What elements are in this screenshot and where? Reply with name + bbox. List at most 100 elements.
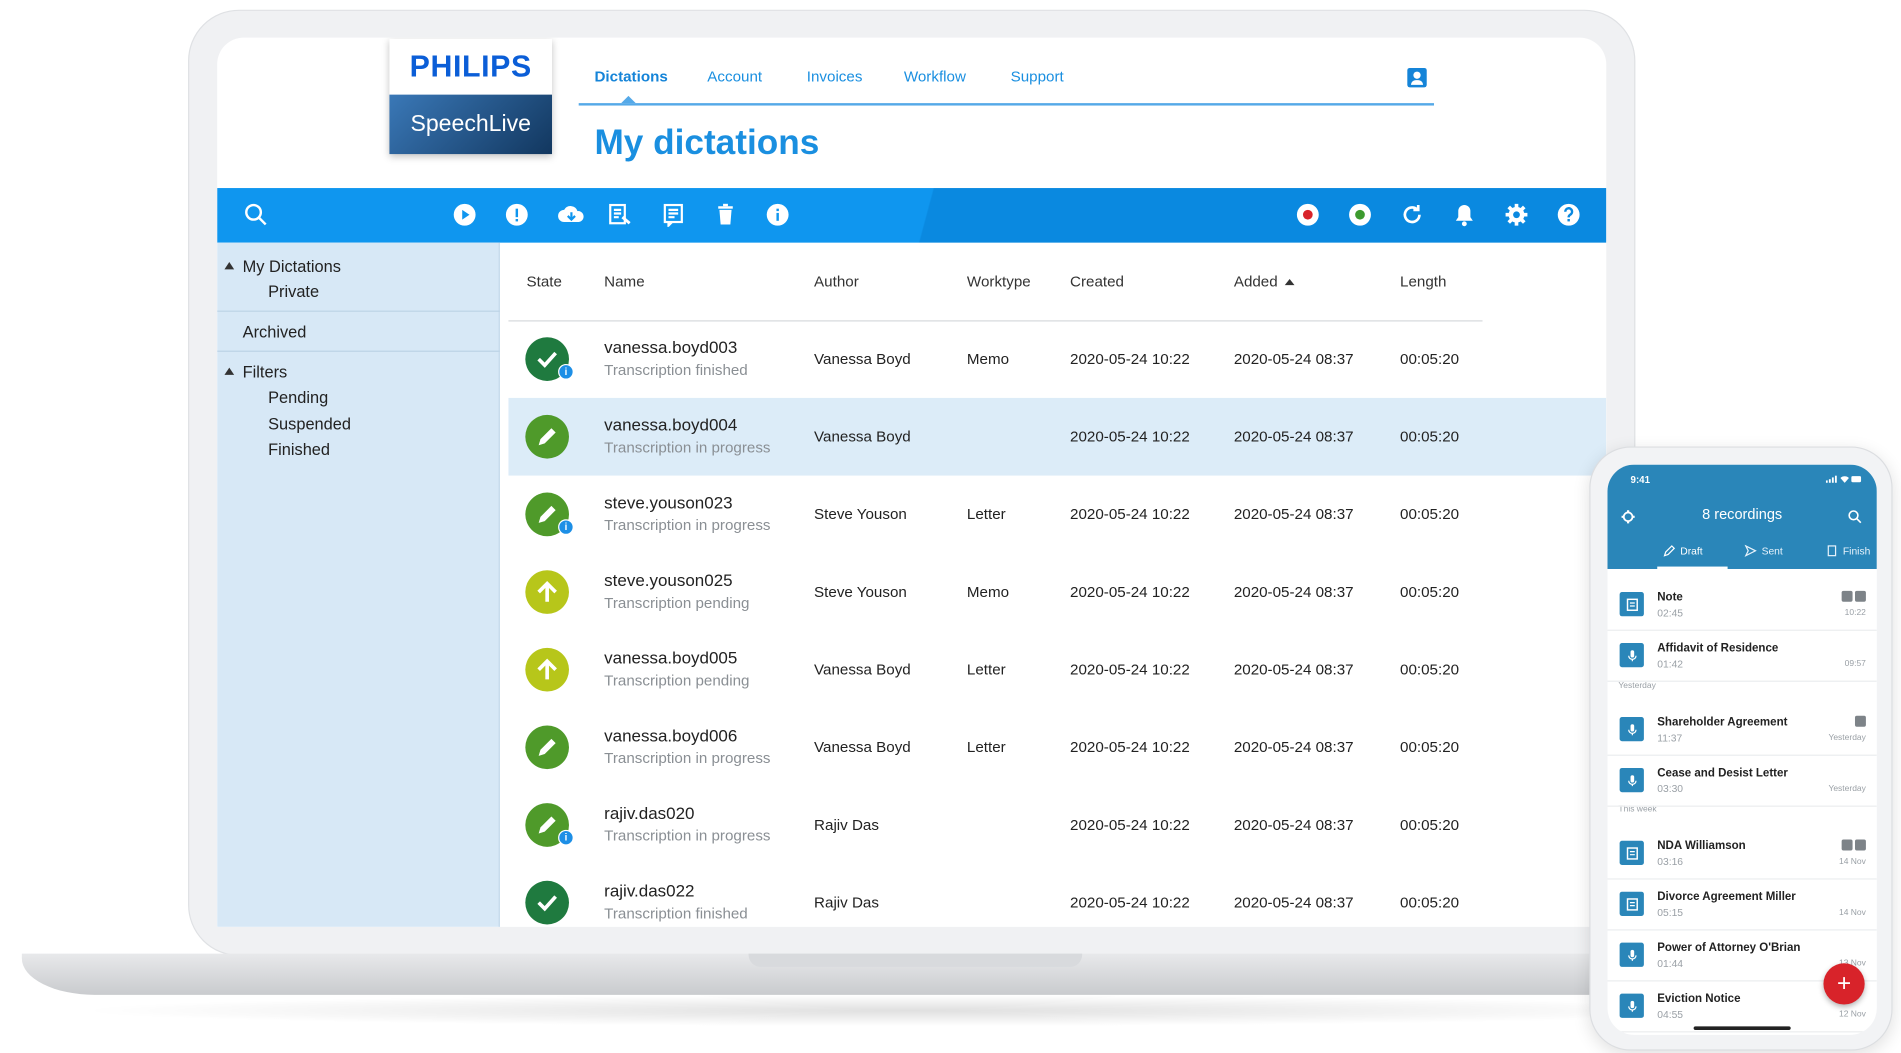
recording-item[interactable]: Divorce Agreement Miller 05:15 14 Nov (1607, 880, 1877, 931)
cell-status: Transcription in progress (604, 749, 771, 767)
cell-author: Rajiv Das (814, 894, 879, 912)
recording-item[interactable]: NDA Williamson 03:16 14 Nov (1607, 829, 1877, 880)
cell-created: 2020-05-24 10:22 (1070, 894, 1190, 912)
table-row[interactable]: i steve.youson023 Transcription in progres… (508, 476, 1606, 554)
laptop-screen: PHILIPS SpeechLive Dictations Account In… (217, 37, 1607, 927)
column-header-name[interactable]: Name (604, 273, 644, 290)
profile-icon[interactable] (1407, 67, 1427, 88)
expand-triangle-icon[interactable] (224, 367, 235, 375)
state-pencil-icon (525, 725, 569, 770)
cell-author: Vanessa Boyd (814, 661, 911, 679)
dictations-table: State Name Author Worktype Created Added… (508, 243, 1607, 927)
table-row[interactable]: vanessa.boyd005 Transcription pending Vane… (508, 631, 1606, 709)
add-recording-button[interactable]: + (1823, 963, 1865, 1005)
tab-workflow[interactable]: Workflow (904, 68, 966, 85)
help-icon[interactable] (1557, 203, 1581, 227)
cell-created: 2020-05-24 10:22 (1070, 505, 1190, 523)
laptop-notch (748, 953, 1083, 967)
column-header-worktype[interactable]: Worktype (967, 273, 1031, 290)
cell-worktype: Memo (966, 583, 1010, 601)
badge-icon (1854, 839, 1866, 851)
column-header-length[interactable]: Length (1400, 273, 1446, 290)
cell-length: 00:05:20 (1400, 894, 1460, 912)
play-icon[interactable] (453, 203, 477, 227)
tab-dictations[interactable]: Dictations (594, 68, 667, 85)
sidebar-item-pending[interactable]: Pending (268, 388, 328, 406)
philips-speechlive-logo: PHILIPS SpeechLive (389, 38, 553, 155)
table-row[interactable]: vanessa.boyd004 Transcription in progress… (508, 397, 1607, 476)
cell-length: 00:05:20 (1400, 350, 1460, 368)
info-icon[interactable] (766, 203, 790, 227)
tab-invoices[interactable]: Invoices (807, 68, 863, 85)
phone: 9:41 8 recordings Draft Sent Finish Yest… (1589, 446, 1893, 1051)
refresh-icon[interactable] (1400, 203, 1424, 227)
gear-icon[interactable] (1504, 203, 1528, 227)
bell-icon[interactable] (1452, 203, 1476, 227)
scene: PHILIPS SpeechLive Dictations Account In… (0, 0, 1901, 1053)
badge-icon (1841, 590, 1853, 602)
recording-item[interactable]: Cease and Desist Letter 03:30 Yesterday (1607, 756, 1877, 807)
priority-icon[interactable] (505, 203, 529, 227)
column-header-author[interactable]: Author (814, 273, 859, 290)
cell-length: 00:05:20 (1400, 428, 1460, 446)
sidebar-item-archived[interactable]: Archived (243, 323, 307, 341)
phone-tab-finish[interactable]: Finish (1826, 545, 1870, 557)
badge-icon (1841, 839, 1853, 851)
cell-status: Transcription pending (604, 672, 750, 690)
recording-item[interactable]: Affidavit of Residence 01:42 09:57 (1607, 631, 1877, 682)
column-header-added[interactable]: Added (1234, 273, 1295, 290)
tab-account[interactable]: Account (707, 68, 762, 85)
transcription-doc-icon[interactable] (608, 203, 632, 227)
cell-worktype: Memo (966, 350, 1010, 368)
recording-name: Divorce Agreement Miller (1657, 890, 1796, 904)
column-header-created[interactable]: Created (1070, 273, 1124, 290)
cell-author: Rajiv Das (814, 816, 879, 834)
comment-icon[interactable] (661, 203, 685, 227)
list-divider (1607, 805, 1877, 807)
table-row[interactable]: i vanessa.boyd003 Transcription finished Va… (508, 320, 1606, 398)
cell-length: 00:05:20 (1400, 661, 1460, 679)
phone-search-icon[interactable] (1848, 508, 1863, 524)
cell-name: vanessa.boyd005 (604, 647, 738, 668)
cell-status: Transcription finished (604, 905, 748, 923)
table-row[interactable]: vanessa.boyd006 Transcription in progress… (508, 709, 1606, 787)
cell-status: Transcription in progress (604, 439, 771, 457)
phone-tab-draft[interactable]: Draft (1663, 545, 1703, 557)
table-row[interactable]: rajiv.das022 Transcription finished Rajiv … (508, 864, 1606, 927)
recording-item[interactable]: Note 02:45 10:22 (1607, 580, 1877, 631)
column-header-state[interactable]: State (527, 273, 562, 290)
recording-badges (1841, 839, 1866, 851)
cell-status: Transcription finished (604, 361, 748, 379)
sidebar-item-finished[interactable]: Finished (268, 440, 330, 458)
trash-icon[interactable] (713, 203, 737, 227)
cell-author: Vanessa Boyd (814, 350, 911, 368)
phone-screen: 9:41 8 recordings Draft Sent Finish Yest… (1607, 464, 1877, 1035)
laptop-shadow (72, 994, 1748, 1027)
recording-duration: 05:15 (1657, 906, 1684, 919)
sidebar-item-my-dictations[interactable]: My Dictations (243, 257, 341, 275)
cell-length: 00:05:20 (1400, 583, 1460, 601)
stage: PHILIPS SpeechLive Dictations Account In… (0, 0, 1901, 1053)
search-icon[interactable] (244, 203, 268, 227)
note-icon (1619, 592, 1644, 617)
table-row[interactable]: i rajiv.das020 Transcription in progress Ra… (508, 786, 1606, 864)
phone-tab-sent[interactable]: Sent (1744, 544, 1783, 557)
recording-item[interactable]: Shareholder Agreement 11:37 Yesterday (1607, 705, 1877, 756)
sidebar-item-filters[interactable]: Filters (243, 363, 288, 381)
info-badge-icon: i (558, 519, 574, 536)
tab-support[interactable]: Support (1011, 68, 1064, 85)
cell-author: Vanessa Boyd (814, 738, 911, 756)
note-icon (1619, 891, 1644, 916)
recording-name: Cease and Desist Letter (1657, 766, 1788, 781)
record-red-icon[interactable] (1296, 203, 1320, 227)
expand-triangle-icon[interactable] (224, 262, 235, 270)
cell-length: 00:05:20 (1400, 738, 1460, 756)
download-cloud-icon[interactable] (557, 203, 586, 227)
table-row[interactable]: steve.youson025 Transcription pending Stev… (508, 553, 1606, 631)
record-green-icon[interactable] (1348, 203, 1372, 227)
cell-added: 2020-05-24 08:37 (1233, 428, 1354, 446)
cell-created: 2020-05-24 10:22 (1070, 350, 1190, 368)
sidebar-item-suspended[interactable]: Suspended (268, 415, 351, 433)
recording-time: 14 Nov (1838, 908, 1866, 918)
sidebar-item-private[interactable]: Private (268, 283, 319, 301)
